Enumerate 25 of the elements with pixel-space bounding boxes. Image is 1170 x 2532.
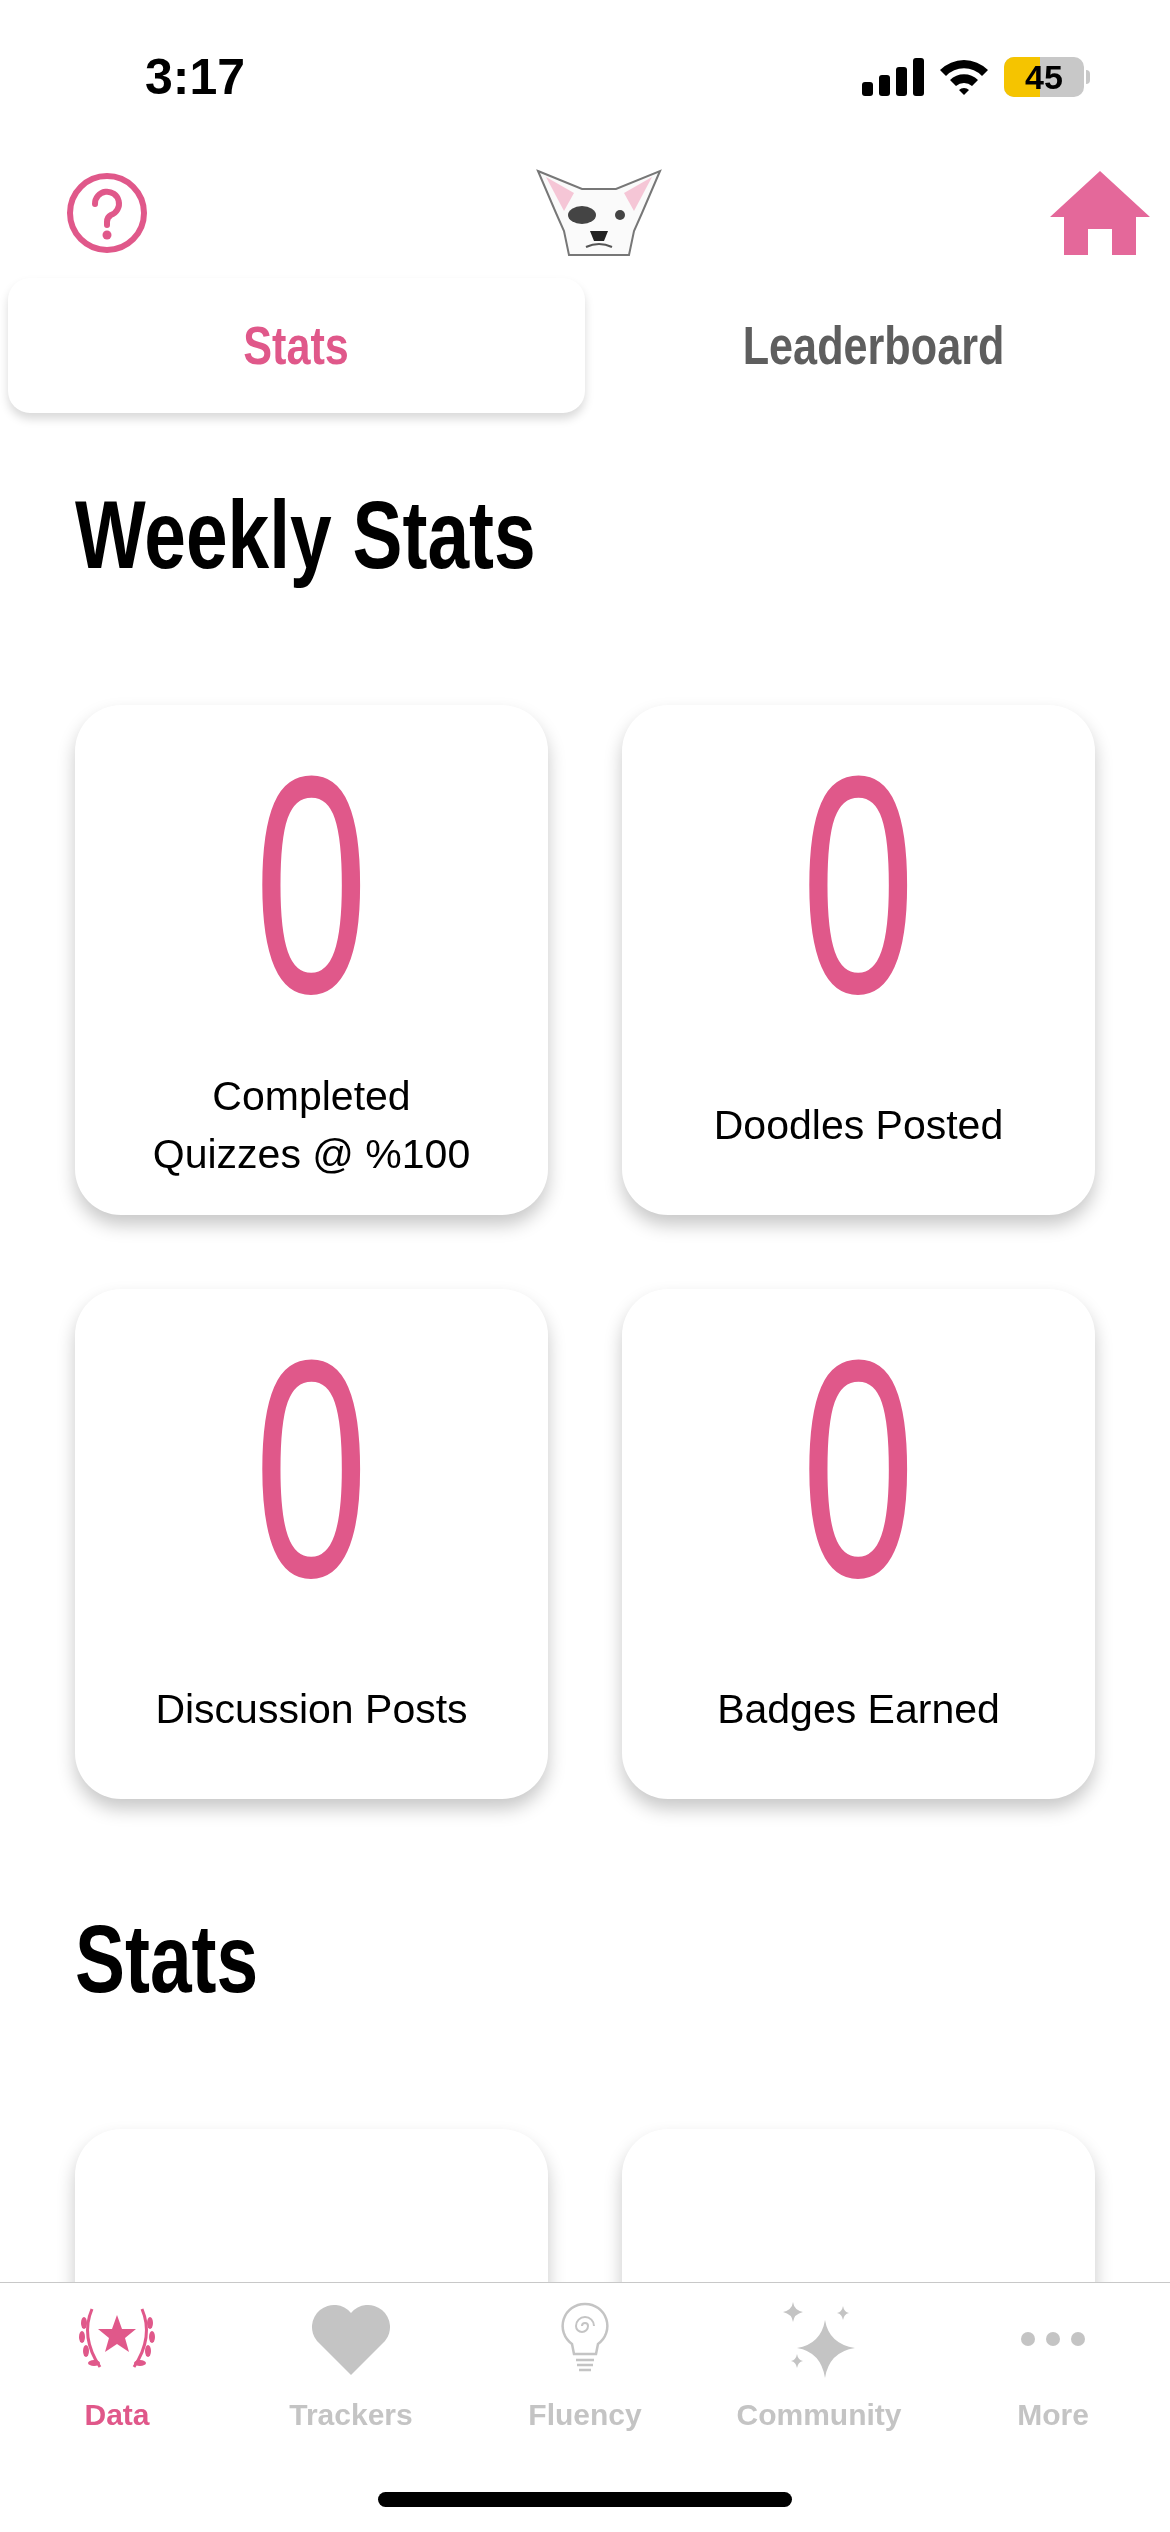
more-icon bbox=[1021, 2332, 1085, 2346]
tab-bar-item[interactable]: Community bbox=[702, 2297, 936, 2437]
heart-icon bbox=[311, 2303, 391, 2375]
signal-icon bbox=[862, 58, 924, 96]
section-heading: Stats bbox=[75, 1904, 259, 2014]
tab-bar-item[interactable]: Fluency bbox=[468, 2297, 702, 2437]
tab-bar-item[interactable]: More bbox=[936, 2297, 1170, 2437]
stat-label: Badges Earned bbox=[717, 1685, 1000, 1734]
tab-bar-item[interactable]: Trackers bbox=[234, 2297, 468, 2437]
help-icon[interactable] bbox=[66, 171, 148, 254]
stat-label: Completed Quizzes @ %100 bbox=[152, 1072, 471, 1179]
home-icon[interactable] bbox=[1050, 170, 1150, 255]
wifi-icon bbox=[938, 58, 990, 96]
stat-label: Doodles Posted bbox=[713, 1101, 1004, 1150]
stat-value: 0 bbox=[254, 1319, 369, 1619]
section-heading: Weekly Stats bbox=[75, 480, 536, 590]
status-time: 3:17 bbox=[145, 47, 246, 107]
tab[interactable]: Stats bbox=[8, 277, 585, 413]
tab-bar-item[interactable]: Data bbox=[0, 2297, 234, 2437]
stat-value: 0 bbox=[801, 1319, 916, 1619]
stat-value: 0 bbox=[254, 735, 369, 1035]
stat-value: 0 bbox=[801, 735, 916, 1035]
stat-label: Discussion Posts bbox=[155, 1685, 468, 1734]
dog-logo-icon bbox=[534, 166, 664, 259]
tab[interactable]: Leaderboard bbox=[585, 277, 1162, 413]
